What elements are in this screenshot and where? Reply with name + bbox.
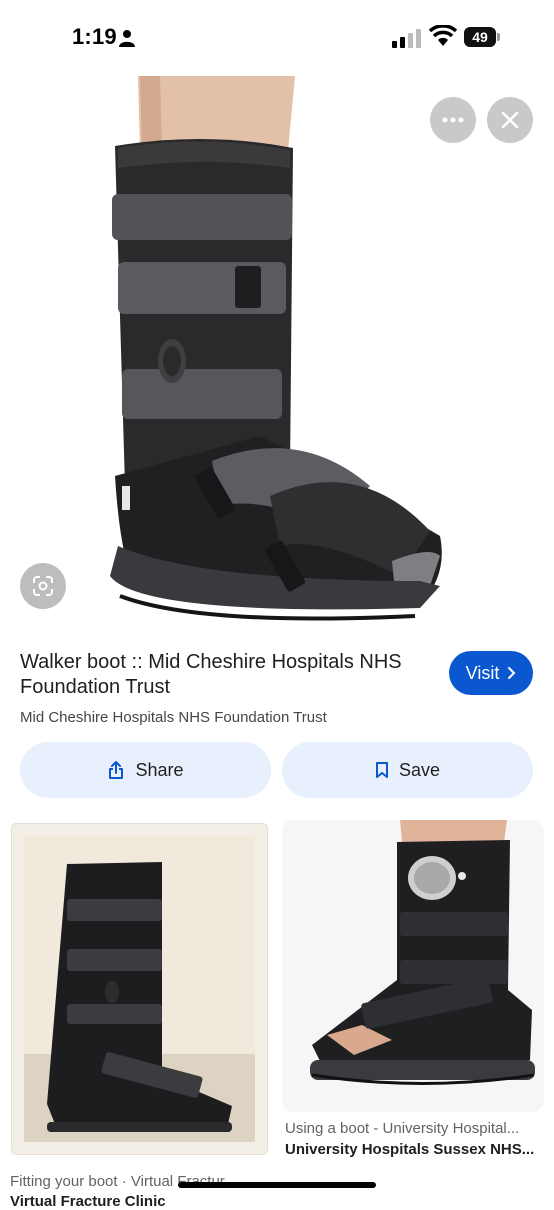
main-image[interactable] — [0, 76, 554, 636]
related-source[interactable]: University Hospitals Sussex NHS... — [285, 1141, 544, 1158]
ellipsis-icon — [442, 117, 464, 123]
home-indicator — [178, 1182, 376, 1188]
visit-label: Visit — [465, 662, 500, 683]
share-label: Share — [135, 759, 184, 780]
chevron-right-icon — [508, 667, 516, 679]
share-button[interactable]: Share — [20, 742, 271, 798]
wifi-icon — [429, 25, 457, 46]
battery-level: 49 — [464, 27, 496, 47]
person-icon — [119, 30, 135, 47]
cellular-signal-icon — [392, 29, 421, 48]
visit-button[interactable]: Visit — [449, 651, 533, 695]
related-result-image — [12, 824, 267, 1154]
related-result-card[interactable] — [12, 824, 267, 1154]
save-label: Save — [398, 759, 441, 780]
close-icon — [501, 111, 519, 129]
related-result-image — [282, 820, 544, 1112]
related-caption[interactable]: Using a boot - University Hospital... — [285, 1120, 544, 1137]
bookmark-icon — [375, 762, 388, 778]
battery-icon: 49 — [464, 27, 500, 47]
status-time: 1:19 — [72, 24, 117, 49]
google-lens-icon — [33, 576, 53, 596]
walker-boot-photo — [110, 76, 442, 621]
result-title[interactable]: Walker boot :: Mid Cheshire Hospitals NH… — [20, 650, 440, 700]
save-button[interactable]: Save — [282, 742, 533, 798]
related-result-card[interactable]: Using a boot - University Hospital... Un… — [282, 820, 544, 1200]
more-options-button[interactable] — [430, 97, 476, 143]
status-bar: 1:19 49 — [0, 0, 554, 76]
google-lens-button[interactable] — [20, 563, 66, 609]
related-source[interactable]: Virtual Fracture Clinic — [10, 1193, 255, 1210]
result-source: Mid Cheshire Hospitals NHS Foundation Tr… — [20, 709, 327, 726]
close-button[interactable] — [487, 97, 533, 143]
share-icon — [109, 761, 124, 779]
